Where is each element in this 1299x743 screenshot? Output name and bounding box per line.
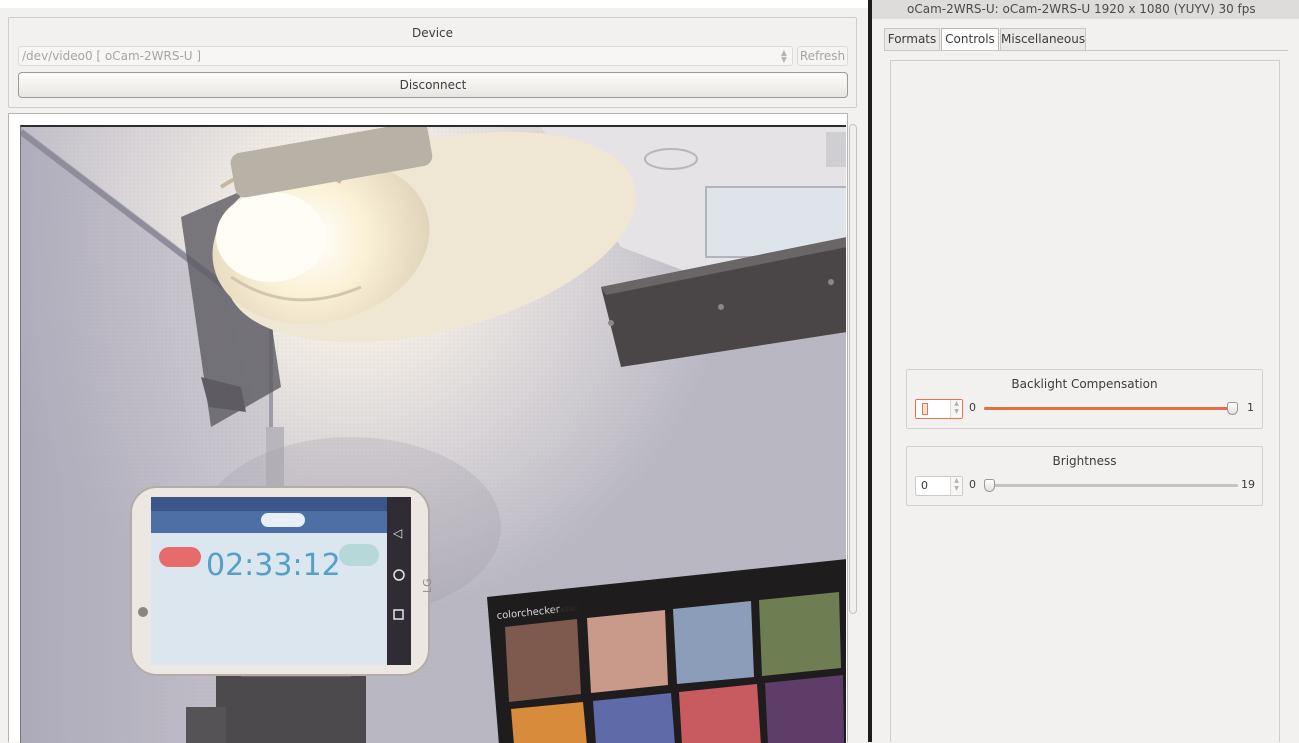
video-scrollbar[interactable] bbox=[848, 118, 858, 742]
backlight-slider-fill bbox=[984, 407, 1233, 410]
backlight-max-label: 1 bbox=[1247, 401, 1254, 414]
backlight-compensation-spinbox[interactable]: ▲ ▼ bbox=[915, 399, 963, 419]
device-group: Device /dev/video0 [ oCam-2WRS-U ] ▲ ▼ Re… bbox=[8, 17, 857, 108]
stopwatch-text: 02:33:12 bbox=[206, 548, 341, 583]
brightness-value: 0 bbox=[921, 479, 928, 492]
spin-arrows-icon[interactable]: ▲ ▼ bbox=[950, 400, 962, 418]
video-frame: 02:33:12 LG ◁ colorchecker CLASSIC bbox=[8, 113, 848, 743]
backlight-min-label: 0 bbox=[969, 401, 976, 414]
backlight-compensation-group: Backlight Compensation ▲ ▼ 0 1 bbox=[906, 369, 1263, 429]
disconnect-button[interactable]: Disconnect bbox=[18, 72, 848, 98]
window-top-strip bbox=[0, 0, 868, 8]
brightness-slider-handle[interactable] bbox=[984, 479, 995, 492]
select-arrows-icon: ▲ ▼ bbox=[780, 48, 788, 64]
tab-miscellaneous[interactable]: Miscellaneous bbox=[1000, 28, 1086, 50]
camera-info-title: oCam-2WRS-U: oCam-2WRS-U 1920 x 1080 (YU… bbox=[872, 0, 1299, 19]
phone-brand-text: LG bbox=[421, 578, 434, 593]
svg-text:◁: ◁ bbox=[392, 526, 402, 540]
video-scene-image: 02:33:12 LG ◁ colorchecker CLASSIC bbox=[21, 127, 846, 743]
backlight-compensation-slider[interactable] bbox=[984, 402, 1238, 415]
backlight-slider-handle[interactable] bbox=[1227, 402, 1238, 415]
text-cursor bbox=[922, 403, 928, 415]
tab-controls[interactable]: Controls bbox=[941, 28, 999, 51]
camera-video-feed: 02:33:12 LG ◁ colorchecker CLASSIC bbox=[20, 125, 846, 743]
video-scrollbar-thumb[interactable] bbox=[849, 124, 857, 614]
controls-window: oCam-2WRS-U: oCam-2WRS-U 1920 x 1080 (YU… bbox=[872, 0, 1299, 742]
controls-panel: Backlight Compensation ▲ ▼ 0 1 Brightness… bbox=[890, 60, 1280, 742]
spin-arrows-icon[interactable]: ▲ ▼ bbox=[950, 477, 962, 495]
brightness-group: Brightness 0 ▲ ▼ 0 19 bbox=[906, 446, 1263, 506]
brightness-slider[interactable] bbox=[984, 479, 1238, 492]
device-select-value: /dev/video0 [ oCam-2WRS-U ] bbox=[22, 49, 202, 63]
device-window: Device /dev/video0 [ oCam-2WRS-U ] ▲ ▼ Re… bbox=[0, 0, 868, 743]
brightness-max-label: 19 bbox=[1241, 478, 1255, 491]
phone-image: 02:33:12 LG ◁ bbox=[130, 486, 434, 676]
tab-formats[interactable]: Formats bbox=[884, 28, 940, 50]
brightness-spinbox[interactable]: 0 ▲ ▼ bbox=[915, 476, 963, 496]
tab-underline bbox=[884, 50, 1288, 51]
brightness-min-label: 0 bbox=[969, 478, 976, 491]
refresh-button[interactable]: Refresh bbox=[797, 46, 848, 66]
device-select[interactable]: /dev/video0 [ oCam-2WRS-U ] ▲ ▼ bbox=[18, 46, 793, 66]
device-group-title: Device bbox=[411, 26, 454, 40]
backlight-compensation-label: Backlight Compensation bbox=[1011, 377, 1158, 391]
brightness-label: Brightness bbox=[1052, 454, 1117, 468]
